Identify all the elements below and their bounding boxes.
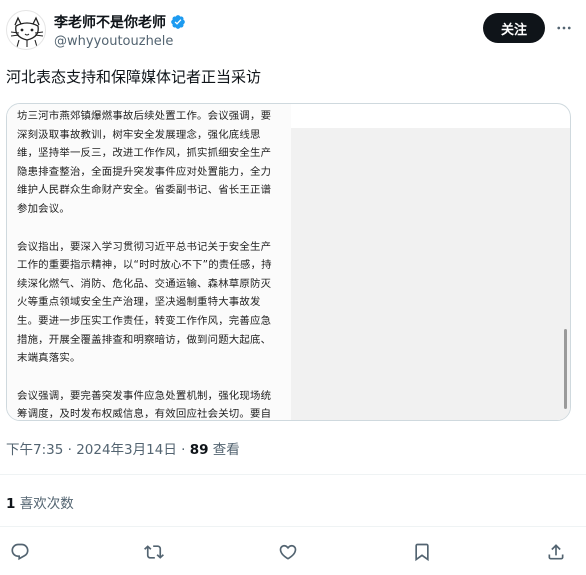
author-handle[interactable]: @whyyoutouzhele xyxy=(54,34,173,49)
avatar[interactable] xyxy=(6,10,46,50)
likes-stat[interactable]: 1 喜欢次数 xyxy=(6,492,74,512)
tweet-time[interactable]: 下午7:35 xyxy=(6,442,63,458)
meta-separator: · xyxy=(176,442,190,458)
doc-paragraph-3: 会议强调，要完善突发事件应急处置机制，强化现场统筹调度，及时发布权威信息，有效回… xyxy=(17,389,272,421)
reply-icon[interactable] xyxy=(8,540,32,564)
share-icon[interactable] xyxy=(544,540,568,564)
tweet-image[interactable]: 坊三河市燕郊镇爆燃事故后续处置工作。会议强调，要深刻汲取事故教训，树牢安全发展理… xyxy=(6,103,571,421)
tweet-meta: 下午7:35 · 2024年3月14日 · 89 查看 xyxy=(6,438,240,458)
tweet-date[interactable]: 2024年3月14日 xyxy=(76,442,177,458)
more-dots-icon[interactable] xyxy=(552,16,576,40)
views-label: 查看 xyxy=(208,442,240,458)
author-name[interactable]: 李老师不是你老师 xyxy=(54,12,166,32)
views-count: 89 xyxy=(189,442,209,458)
document-scrollbar[interactable] xyxy=(564,329,567,409)
doodle-cat-avatar-icon xyxy=(10,16,44,48)
likes-count: 1 xyxy=(6,496,16,512)
retweet-icon[interactable] xyxy=(142,540,166,564)
meta-separator: · xyxy=(63,442,77,458)
divider xyxy=(0,474,586,475)
action-bar xyxy=(0,540,586,566)
divider xyxy=(0,526,586,527)
doc-paragraph-2: 会议指出，要深入学习贯彻习近平总书记关于安全生产工作的重要指示精神，以“时时放心… xyxy=(17,240,272,365)
tweet-text: 河北表态支持和保障媒体记者正当采访 xyxy=(6,68,262,86)
likes-label: 喜欢次数 xyxy=(15,496,74,512)
verified-badge-icon xyxy=(170,14,186,30)
document-page: 坊三河市燕郊镇爆燃事故后续处置工作。会议强调，要深刻汲取事故教训，树牢安全发展理… xyxy=(7,104,291,420)
bookmark-icon[interactable] xyxy=(410,540,434,564)
author-name-row[interactable]: 李老师不是你老师 xyxy=(54,12,186,32)
like-icon[interactable] xyxy=(276,540,300,564)
follow-button[interactable]: 关注 xyxy=(483,13,545,43)
doc-paragraph-1: 坊三河市燕郊镇爆燃事故后续处置工作。会议强调，要深刻汲取事故教训，树牢安全发展理… xyxy=(17,110,272,215)
document-background xyxy=(291,128,570,420)
